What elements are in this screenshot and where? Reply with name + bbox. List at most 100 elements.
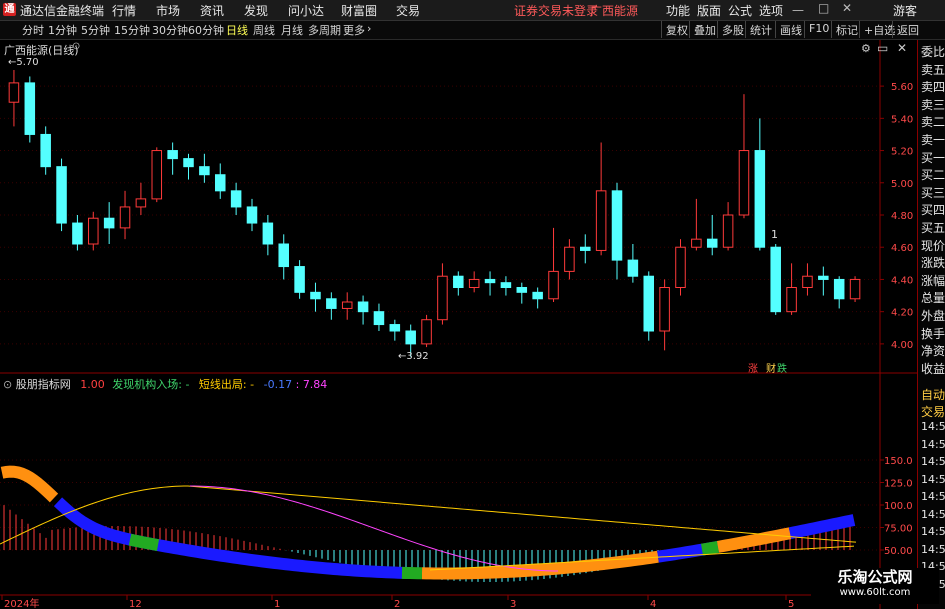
period-30min[interactable]: 30分钟 [152, 22, 188, 38]
candle-body [833, 278, 845, 300]
candle-body [786, 287, 797, 313]
adjust-button[interactable]: 复权 [661, 21, 692, 38]
menu-discover[interactable]: 发现 [244, 2, 268, 19]
candle-body [40, 133, 51, 168]
x-tick-label: 12 [129, 599, 142, 609]
menu-market[interactable]: 市场 [156, 2, 180, 19]
multi-stock-button[interactable]: 多股 [717, 21, 748, 38]
overlay-button[interactable]: 叠加 [689, 21, 720, 38]
panel-minimize-icon[interactable]: ▭ [877, 41, 888, 55]
trade-time: 14:56 [921, 455, 945, 468]
login-warning[interactable]: 证券交易未登录 [514, 2, 598, 19]
candle-body [373, 311, 385, 326]
y-tick-label: 4.00 [891, 340, 913, 351]
panel-close-icon[interactable]: ✕ [897, 41, 907, 55]
indicator-chart[interactable]: 150.0125.0100.075.0050.00 2024年 12 1 2 3 4 5 [0, 374, 917, 609]
candle-body [437, 275, 448, 321]
indicator-buy-label: 发现机构入场: [112, 378, 182, 391]
candle-body [643, 275, 655, 332]
candle-body [183, 158, 194, 168]
back-button[interactable]: 返回 [892, 21, 923, 38]
period-5min[interactable]: 5分钟 [81, 22, 110, 38]
period-intraday[interactable]: 分时 [22, 22, 44, 38]
candle-body [770, 246, 781, 313]
minimize-icon[interactable]: — [792, 3, 804, 17]
x-tick-label: 4 [650, 599, 656, 609]
chart-title: 广西能源(日线) [4, 44, 79, 57]
x-tick-label: 1 [274, 599, 280, 609]
y-tick-label: 5.00 [891, 179, 913, 190]
candle-body [453, 275, 464, 289]
candle-body [738, 150, 750, 216]
candle-body [421, 319, 432, 345]
candlestick-chart[interactable]: 5.60 5.40 5.20 5.00 4.80 4.60 4.40 4.20 4.00 [0, 40, 917, 374]
chevron-down-icon[interactable]: ⊙ [72, 41, 80, 52]
candle-body [468, 278, 480, 288]
menu-quotes[interactable]: 行情 [112, 2, 136, 19]
candle-body [357, 301, 369, 313]
menu-formula[interactable]: 公式 [728, 2, 752, 19]
period-15min[interactable]: 15分钟 [114, 22, 150, 38]
x-tick-label: 5 [788, 599, 794, 609]
sidebar-item: 买五 [921, 221, 945, 235]
y-tick-label: 5.40 [891, 114, 913, 125]
sidebar-item: 买二 [921, 168, 945, 183]
y-tick-label: 4.60 [891, 243, 913, 254]
indicator-header: ⊙ 股朋指标网 1.00 发现机构入场: - 短线出局: - -0.17 : 7… [3, 378, 328, 391]
menu-options[interactable]: 选项 [759, 2, 783, 19]
trade-time: 14:56 [921, 525, 945, 538]
close-icon[interactable]: ✕ [842, 1, 852, 15]
candle-body [627, 259, 639, 277]
menu-layout[interactable]: 版面 [697, 2, 721, 19]
candle-body [294, 266, 305, 293]
indicator-sell-value: - [250, 378, 255, 391]
indicator-menu-icon[interactable]: ⊙ [3, 378, 12, 391]
candle-body [849, 278, 861, 300]
sidebar-tab[interactable]: 交易 [921, 403, 945, 420]
menu-function[interactable]: 功能 [666, 2, 690, 19]
period-1min[interactable]: 1分钟 [48, 22, 77, 38]
app-logo-icon: 通 [3, 3, 16, 16]
draw-button[interactable]: 画线 [775, 21, 806, 38]
maximize-icon[interactable]: □ [818, 1, 829, 15]
candle-body [500, 282, 512, 289]
candle-body [341, 301, 353, 309]
menu-wealth[interactable]: 财富圈 [341, 2, 377, 19]
candle-body [119, 206, 131, 229]
period-multi[interactable]: 多周期 [308, 22, 341, 38]
sidebar-item: 卖四 [921, 80, 945, 95]
band-green [128, 533, 160, 552]
menu-news[interactable]: 资讯 [200, 2, 224, 19]
mark-button[interactable]: 标记 [831, 21, 862, 38]
menu-ask[interactable]: 问小达 [288, 2, 324, 19]
band-green [700, 540, 720, 556]
mark-down-badge[interactable]: 跌 [777, 360, 787, 375]
menu-trade[interactable]: 交易 [396, 2, 420, 19]
candle-body [246, 206, 258, 224]
guest-button[interactable]: 游客 [893, 2, 917, 19]
gear-icon[interactable]: ⚙ [861, 42, 871, 55]
period-monthly[interactable]: 月线 [281, 22, 303, 38]
quote-sidebar: 委比 卖五 卖四 卖三 卖二 卖一 买一 买二 买三 买四 买五 现价 涨跌 涨幅 总量 外盘 换手 净资 收益 自动… [917, 40, 945, 609]
mark-up-badge[interactable]: 涨 [748, 360, 758, 375]
period-daily[interactable]: 日线 [226, 22, 248, 38]
sidebar-item: 现价 [921, 238, 945, 253]
candle-body [484, 278, 496, 284]
indicator-name[interactable]: 股朋指标网 [16, 378, 71, 391]
f10-button[interactable]: F10 [804, 21, 833, 38]
period-weekly[interactable]: 周线 [253, 22, 275, 38]
period-more[interactable]: 更多 [343, 22, 365, 38]
candle-body [310, 291, 321, 300]
candle-body [818, 275, 829, 280]
y-tick-label: 100.0 [884, 501, 913, 512]
menu-bar: 通 通达信金融终端 行情 市场 资讯 发现 问小达 财富圈 交易 证券交易未登录… [0, 0, 945, 21]
mark-finance-badge[interactable]: 财 [766, 360, 776, 375]
sidebar-item: 卖五 [921, 62, 945, 77]
period-60min[interactable]: 60分钟 [188, 22, 224, 38]
candle-body [516, 287, 528, 293]
stats-button[interactable]: 统计 [745, 21, 776, 38]
sidebar-tab[interactable]: 自动 [921, 386, 945, 403]
candle-body [103, 217, 115, 229]
high-price-label: ←5.70 [8, 57, 39, 68]
chevron-right-icon[interactable]: › [367, 22, 371, 35]
